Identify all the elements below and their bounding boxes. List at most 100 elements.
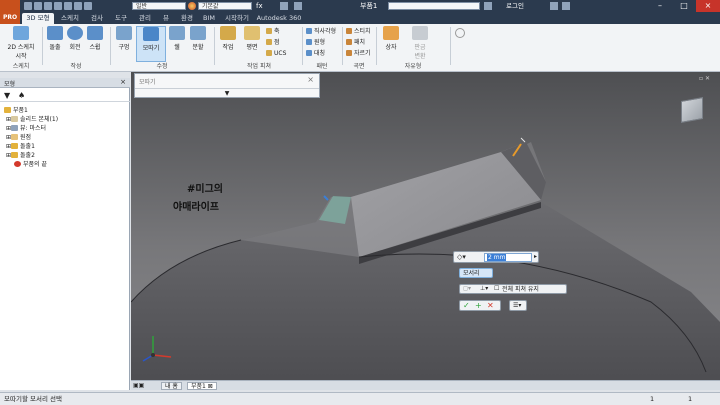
browser-close-icon[interactable]: × [120,78,126,86]
chamfer-type-icon[interactable]: ◇▾ [457,253,466,261]
help-icon[interactable] [562,2,570,10]
sweep-icon [87,26,103,40]
tab-manage[interactable]: 관리 [134,13,156,24]
browser-title: 모형 [4,81,16,88]
shell-button[interactable]: 쉘 [168,26,186,62]
redo-icon[interactable] [64,2,72,10]
tree-item-origin[interactable]: ⊞ 원점 [0,134,31,142]
dialog-expand-arrow-icon[interactable]: ▼ [135,88,319,97]
ok-check-icon[interactable]: ✓ [463,301,470,310]
maximize-button[interactable]: □ [672,0,696,12]
patch-button[interactable]: 패치 [346,39,365,47]
tab-part1[interactable]: 부품1 ⊠ [187,382,217,390]
chamfer-button[interactable]: 모따기 [136,26,166,62]
group-label-work-features: 작업 피쳐 [247,63,271,70]
dialog-close-icon[interactable]: × [307,75,314,84]
search-icon[interactable] [484,2,492,10]
tree-item-extrusion2[interactable]: ⊞ 돌출2 [0,152,35,160]
tree-item-extrusion1[interactable]: ⊞ 돌출1 [0,143,35,151]
tree-item-solid-bodies[interactable]: ⊞ 솔리드 본체(1) [0,116,58,124]
tab-bim[interactable]: BIM [200,13,218,24]
axis-button[interactable]: 축 [266,28,280,36]
chamfer-dialog: 모따기 × ▼ [134,73,320,98]
options-row: ◻▾ ⊥▾ ☐ 전체 피쳐 유지 [459,284,567,294]
fx-button[interactable]: fx [256,1,276,11]
plane-button[interactable]: 평면 [242,26,262,62]
tab-tools[interactable]: 도구 [110,13,132,24]
cancel-x-icon[interactable]: ✕ [487,301,494,310]
settings-icon[interactable] [280,2,288,10]
stitch-icon [346,28,352,34]
tab-my-home[interactable]: 내 홈 [161,382,182,390]
rectangular-pattern-button[interactable]: 직사각형 [306,28,336,36]
tab-getting-started[interactable]: 시작하기 [220,13,254,24]
work-feature-button[interactable]: 작업 [218,26,238,62]
viewport-window-controls[interactable]: ▫ ✕ [699,75,715,83]
status-message: 모따기할 모서리 선택 [4,395,62,403]
viewcube[interactable] [681,97,703,123]
minimize-button[interactable]: – [648,0,672,12]
ucs-button[interactable]: UCS [266,50,286,58]
revolve-button[interactable]: 회전 [66,26,84,62]
tree-item-end-of-part[interactable]: 부품의 끝 [0,161,47,169]
start-2d-sketch-button[interactable]: 2D 스케치 시작 [4,26,38,62]
ucs-icon [266,50,272,56]
new-icon[interactable] [24,2,32,10]
save-icon[interactable] [44,2,52,10]
point-button[interactable]: 점 [266,39,280,47]
material-select[interactable]: 일반 [132,2,186,10]
edges-button[interactable]: 모서리 [459,268,493,278]
app-logo[interactable]: PRO [0,0,20,24]
hole-button[interactable]: 구멍 [114,26,134,62]
keep-all-features-checkbox[interactable]: ☐ [494,285,499,292]
sweep-button[interactable]: 스윕 [86,26,104,62]
setback-icon[interactable]: ◻▾ [463,285,471,292]
tab-environment[interactable]: 환경 [176,13,198,24]
tree-item-view-master[interactable]: ⊞ 뷰: 마스터 [0,125,46,133]
title-bar: 일반 기본값 fx 부품1 로그인 – □ × [0,0,720,12]
mini-toolbar-options-button[interactable]: ☰▾ [509,300,527,311]
box-button[interactable]: 상자 [380,26,402,62]
appearance-select[interactable]: 기본값 [198,2,252,10]
graphics-viewport[interactable]: ▫ ✕ #미그의 야매라이프 [131,72,720,390]
home-icon[interactable] [74,2,82,10]
tab-autodesk-360[interactable]: Autodesk 360 [256,13,302,24]
distance-input[interactable]: 2 mm [484,253,532,262]
trim-button[interactable]: 자르기 [346,50,371,58]
filter-icon[interactable]: ▼ [4,91,10,100]
open-icon[interactable] [34,2,42,10]
corner-icon[interactable]: ⊥▾ [480,285,488,292]
tab-inspect[interactable]: 검사 [86,13,108,24]
group-label-create: 작성 [70,63,82,70]
undo-icon[interactable] [54,2,62,10]
appearance-icon [188,2,196,10]
ribbon-options-icon[interactable] [455,28,465,38]
group-label-modify: 수정 [156,63,168,70]
stitch-button[interactable]: 스티치 [346,28,371,36]
select-icon[interactable] [84,2,92,10]
convert-to-sheet-metal-button[interactable]: 판금 변환 [406,26,434,62]
circular-pattern-button[interactable]: 원형 [306,39,325,47]
tab-sketch[interactable]: 스케치 [56,13,84,24]
status-count-1: 1 [650,395,655,403]
toolbar-dropdown-icon[interactable] [294,2,302,10]
revolve-icon [67,26,83,40]
view-icon [11,125,19,131]
split-button[interactable]: 분할 [188,26,208,62]
help-search-input[interactable] [388,2,480,10]
tab-view[interactable]: 뷰 [158,13,174,24]
tab-3d-model[interactable]: 3D 모형 [22,13,54,24]
tree-item-part[interactable]: 부품1 [0,107,28,115]
chamfer-icon [143,27,159,41]
close-button[interactable]: × [696,0,720,12]
sign-in-link[interactable]: 로그인 [506,1,546,11]
find-icon[interactable]: ♠ [18,91,25,100]
distance-arrow-icon[interactable]: ▸ [534,253,537,260]
mirror-button[interactable]: 대칭 [306,50,325,58]
rectangular-pattern-icon [306,28,312,34]
action-row: ✓ + ✕ [459,300,501,311]
apply-plus-icon[interactable]: + [475,301,482,310]
tab-tile-icon[interactable]: ▣▣ [133,382,144,389]
extrude-button[interactable]: 돌출 [46,26,64,62]
exchange-icon[interactable] [550,2,558,10]
